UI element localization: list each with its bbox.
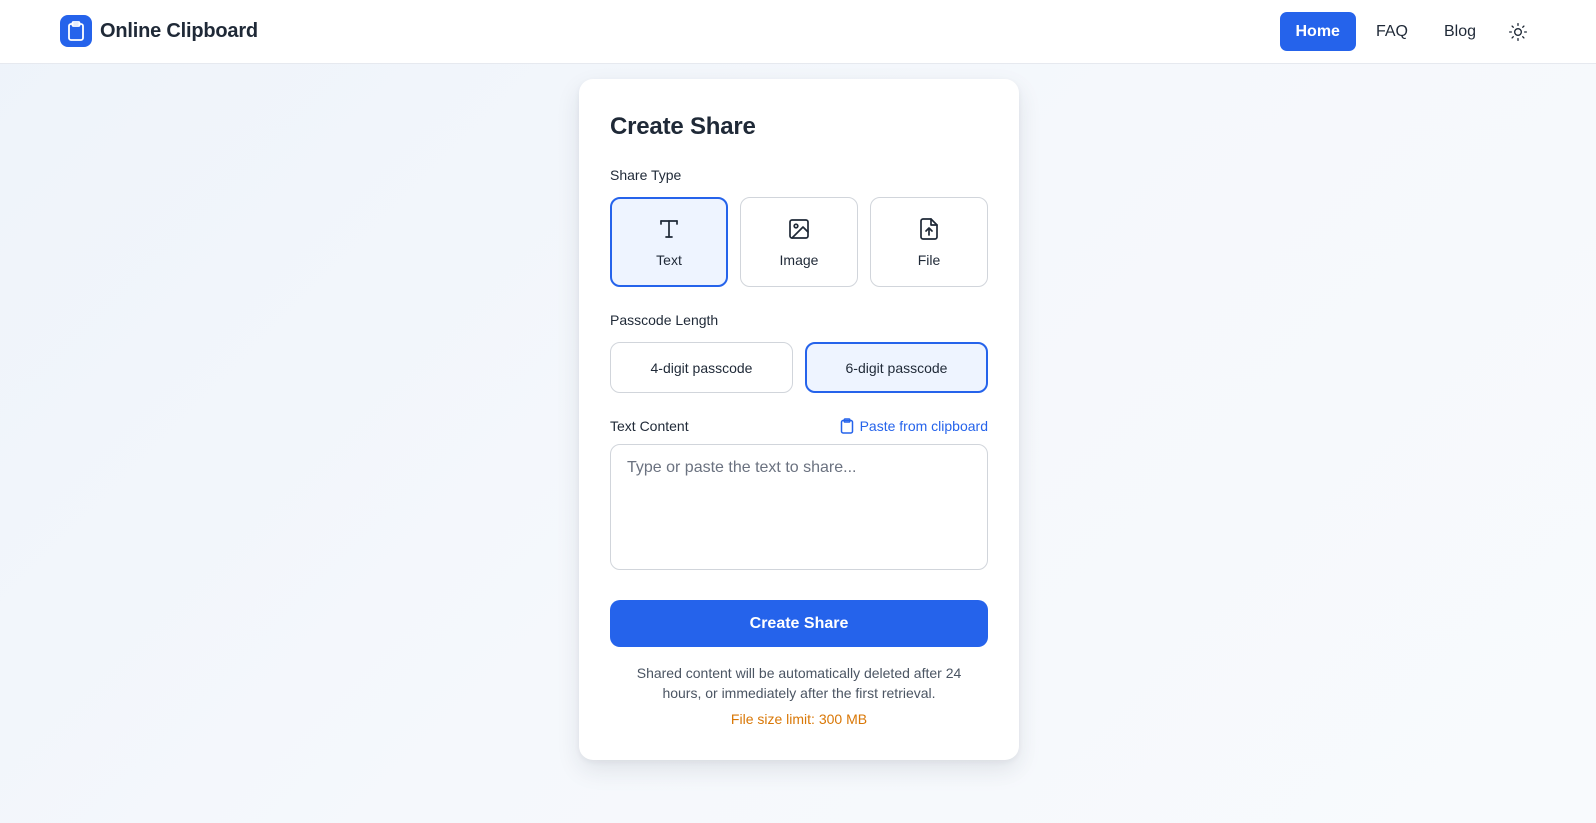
nav-home[interactable]: Home: [1279, 12, 1356, 51]
create-share-card: Create Share Share Type Text Image File …: [579, 79, 1019, 760]
share-type-label: Share Type: [610, 167, 682, 183]
auto-delete-note: Shared content will be automatically del…: [636, 665, 962, 701]
share-type-options: Text Image File: [610, 197, 988, 287]
clipboard-icon: [60, 15, 92, 47]
sun-icon: [1509, 22, 1527, 41]
main-nav: Home FAQ Blog: [1276, 12, 1539, 51]
passcode-4-digit-button[interactable]: 4-digit passcode: [610, 342, 793, 393]
nav-faq[interactable]: FAQ: [1360, 12, 1424, 51]
clipboard-small-icon: [840, 418, 854, 434]
share-type-image-label: Image: [779, 252, 819, 268]
create-share-button[interactable]: Create Share: [610, 600, 988, 647]
share-type-text-button[interactable]: Text: [610, 197, 728, 287]
passcode-6-digit-button[interactable]: 6-digit passcode: [805, 342, 988, 393]
text-content-label: Text Content: [610, 418, 689, 434]
file-upload-icon: [918, 216, 940, 242]
brand[interactable]: Online Clipboard: [60, 15, 258, 47]
text-content-input[interactable]: [610, 444, 988, 570]
image-icon: [788, 216, 810, 242]
share-type-image-button[interactable]: Image: [740, 197, 858, 287]
text-icon: [658, 216, 680, 242]
passcode-length-label: Passcode Length: [610, 312, 719, 328]
top-navbar: Online Clipboard Home FAQ Blog: [0, 0, 1596, 64]
file-size-limit: File size limit: 300 MB: [730, 711, 868, 727]
share-type-file-button[interactable]: File: [870, 197, 988, 287]
share-type-file-label: File: [917, 252, 941, 268]
brand-title: Online Clipboard: [100, 19, 258, 42]
passcode-options: 4-digit passcode 6-digit passcode: [610, 342, 988, 393]
card-title: Create Share: [610, 113, 756, 140]
theme-toggle-button[interactable]: [1498, 12, 1538, 51]
share-type-text-label: Text: [656, 252, 682, 268]
paste-from-clipboard-text: Paste from clipboard: [859, 418, 988, 434]
paste-from-clipboard-link[interactable]: Paste from clipboard: [840, 418, 988, 434]
nav-blog[interactable]: Blog: [1428, 12, 1492, 51]
